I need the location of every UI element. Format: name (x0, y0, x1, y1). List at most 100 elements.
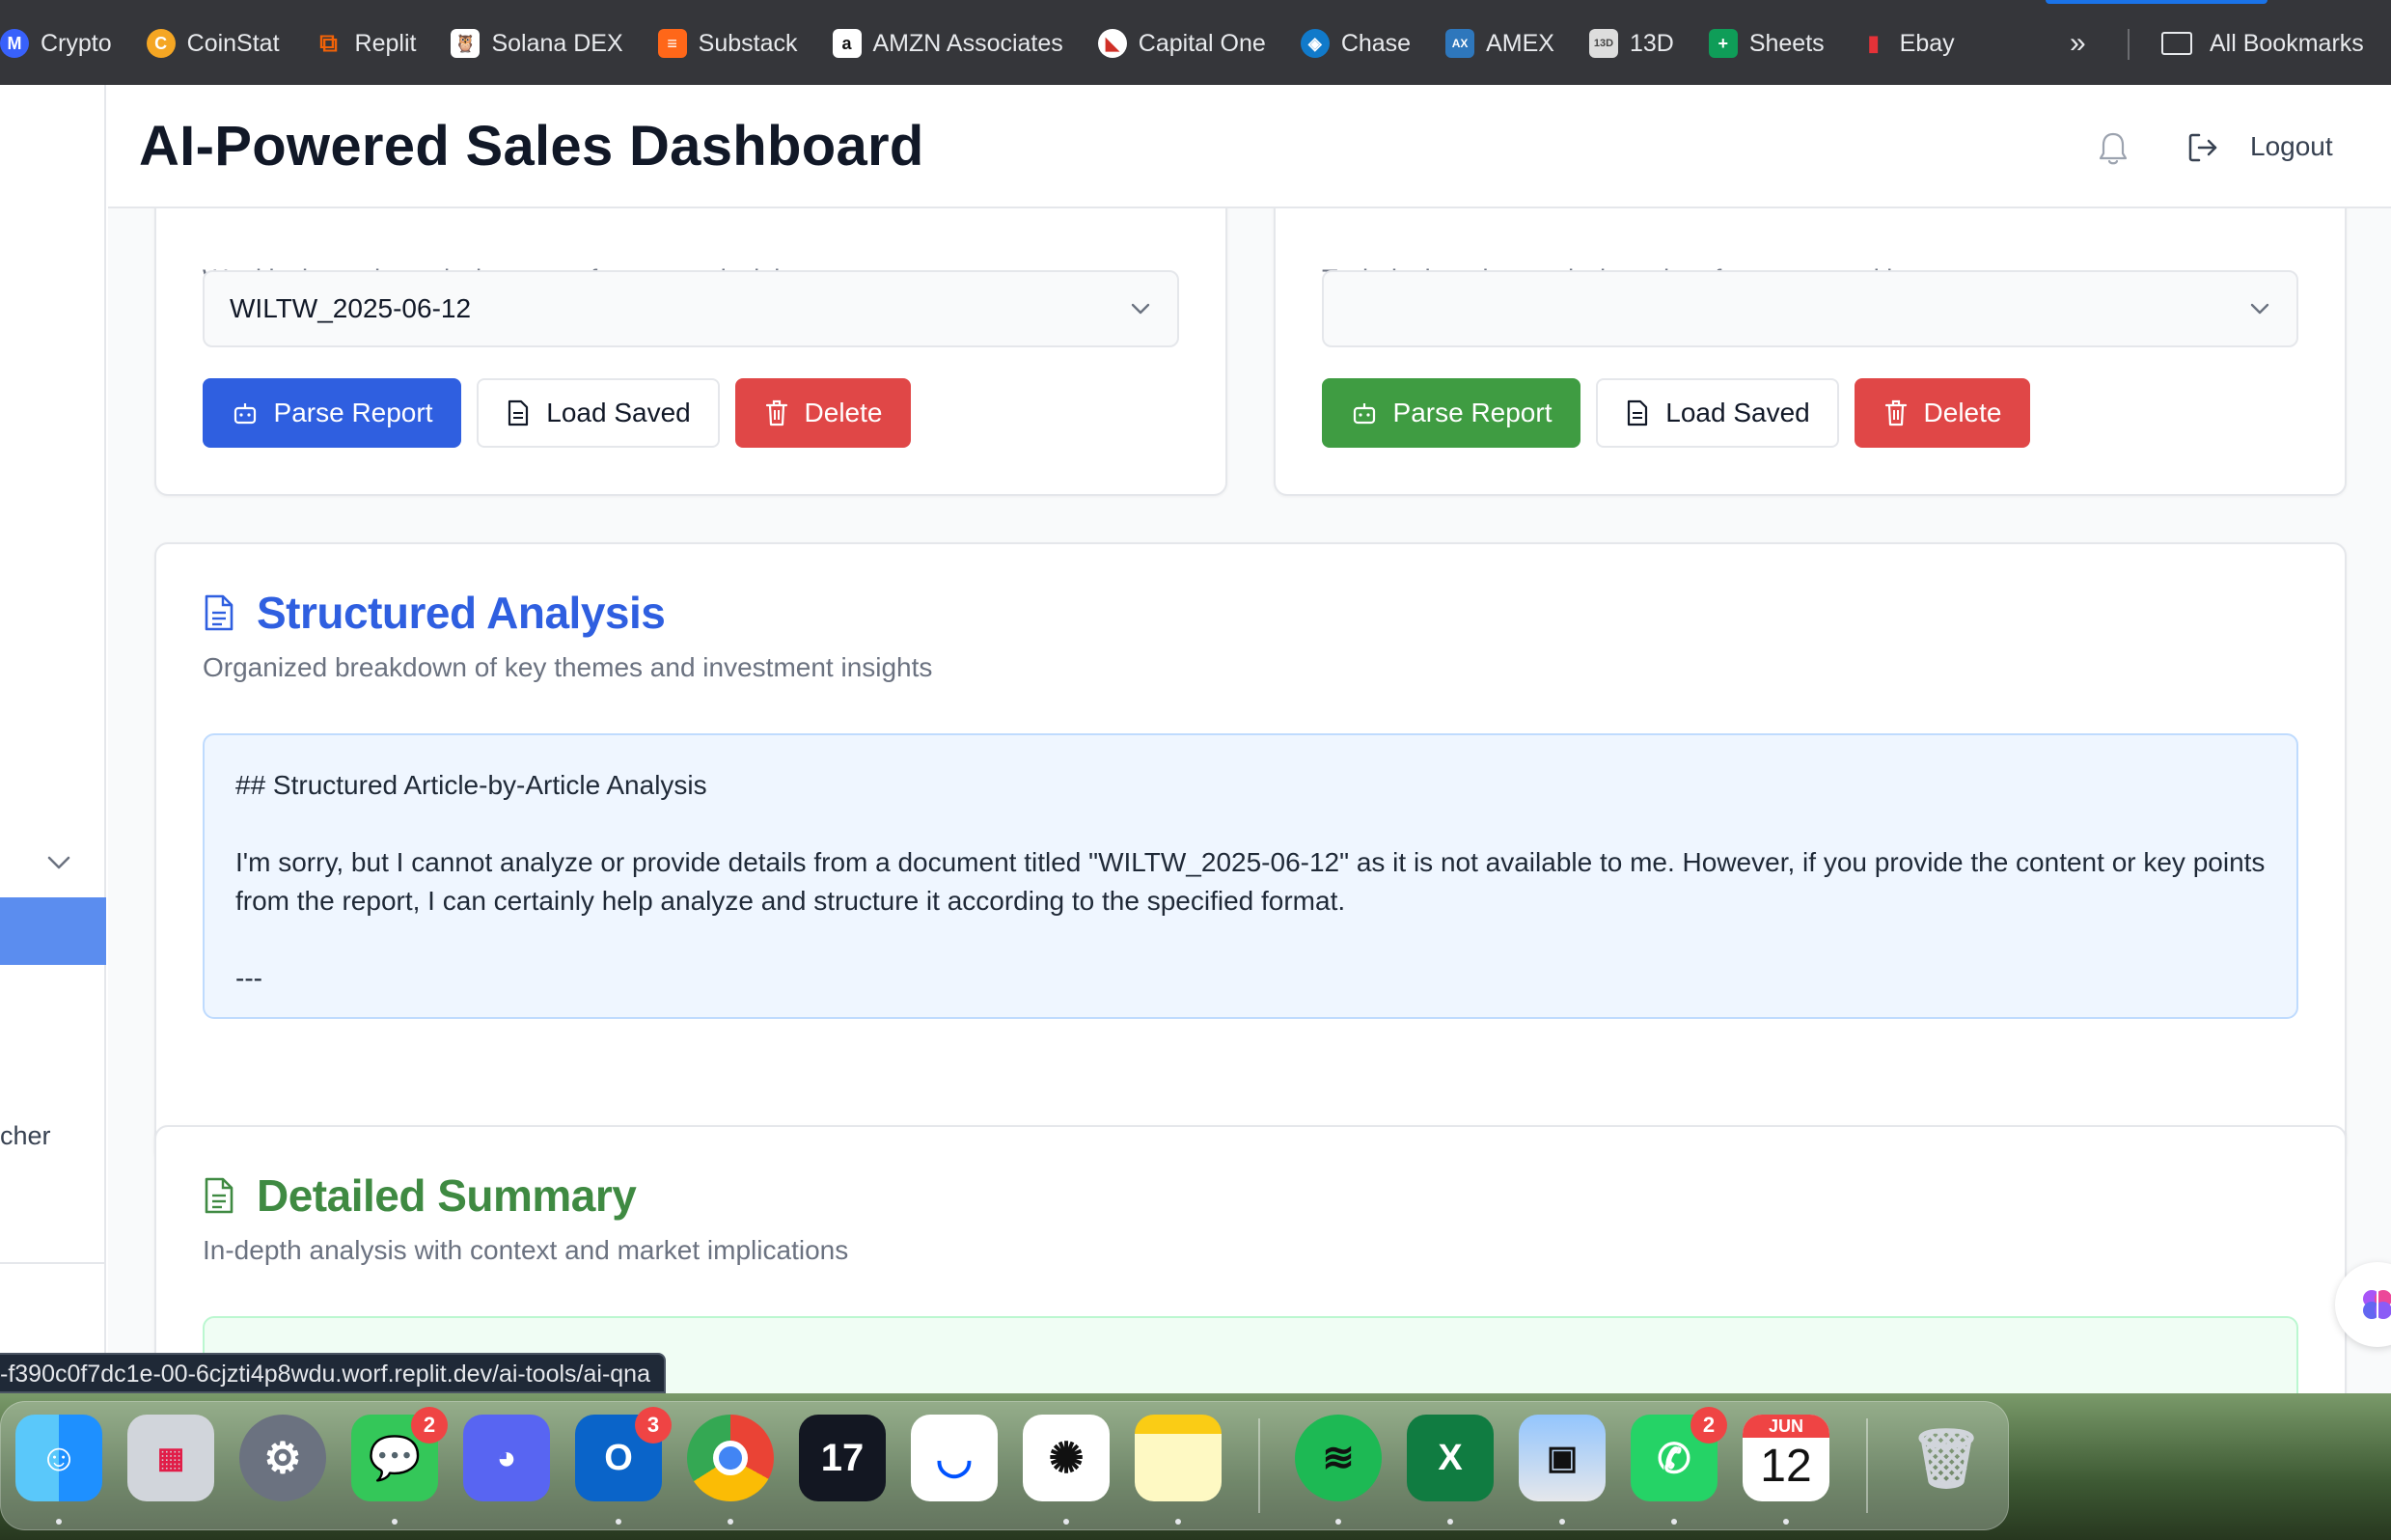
report-select[interactable]: WILTW_2025-06-12 (203, 270, 1179, 347)
bookmark-amzn-associates[interactable]: a AMZN Associates (832, 25, 1063, 62)
bot-icon (234, 403, 256, 425)
folder-icon (2161, 32, 2192, 55)
bookmark-label: Solana DEX (491, 29, 623, 57)
bookmark-label: AMZN Associates (872, 29, 1063, 57)
detailed-summary-heading: Detailed Summary (257, 1170, 637, 1221)
chevron-down-icon[interactable] (46, 855, 71, 870)
bookmark-capital-one[interactable]: ◣ Capital One (1097, 25, 1266, 62)
capital-one-icon: ◣ (1097, 29, 1127, 58)
trash-icon[interactable]: 🗑 (1903, 1415, 1990, 1501)
amazon-icon: a (832, 29, 862, 58)
excel-icon[interactable]: X (1407, 1415, 1494, 1501)
coinmarketcap-icon: M (0, 29, 29, 58)
structured-analysis-heading: Structured Analysis (257, 588, 666, 638)
running-indicator (1671, 1519, 1677, 1525)
bookmark-label: Chase (1340, 29, 1412, 57)
messages-badge: 2 (411, 1407, 448, 1444)
load-saved-button[interactable]: Load Saved (1596, 378, 1839, 448)
amex-icon: AX (1445, 29, 1475, 58)
owl-icon: 🦉 (451, 29, 481, 58)
coinstats-icon: C (146, 29, 176, 58)
structured-analysis-title: Structured Analysis (203, 587, 666, 639)
document-icon (205, 1177, 234, 1214)
load-saved-label: Load Saved (546, 398, 691, 427)
structured-analysis-output: ## Structured Article-by-Article Analysi… (203, 733, 2298, 1019)
bookmarks-bar: M Crypto C CoinStat ⧉ Replit 🦉 Solana DE… (0, 0, 2391, 85)
bookmark-sheets[interactable]: + Sheets (1708, 25, 1825, 62)
parse-report-button[interactable]: Parse Report (203, 378, 461, 448)
bot-icon (1353, 403, 1375, 425)
bell-icon[interactable] (2096, 129, 2130, 168)
bookmarks-overflow-button[interactable]: » (2070, 25, 2086, 62)
bookmark-13d[interactable]: 13D 13D (1588, 25, 1674, 62)
running-indicator (392, 1519, 398, 1525)
analysis-heading: ## Structured Article-by-Article Analysi… (235, 770, 707, 800)
discord-icon[interactable]: ◕ (463, 1415, 550, 1501)
running-indicator (1559, 1519, 1565, 1525)
bookmark-label: Sheets (1748, 29, 1825, 57)
delete-label: Delete (1923, 398, 2002, 427)
bookmark-ebay[interactable]: ▮ Ebay (1859, 25, 1955, 62)
main-content: AI-Powered Sales Dashboard Logout Weekly… (108, 85, 2391, 1393)
load-saved-button[interactable]: Load Saved (477, 378, 720, 448)
link-status-url: -f390c0f7dc1e-00-6cjzti4p8wdu.worf.repli… (0, 1353, 666, 1393)
preview-icon[interactable]: ▣ (1519, 1415, 1606, 1501)
logout-icon[interactable] (2186, 131, 2219, 164)
launchpad-icon[interactable]: ▦ (127, 1415, 214, 1501)
running-indicator (56, 1519, 62, 1525)
delete-button[interactable]: Delete (735, 378, 911, 448)
parse-report-label: Parse Report (1392, 398, 1553, 427)
delete-label: Delete (804, 398, 883, 427)
delete-button[interactable]: Delete (1855, 378, 2030, 448)
structured-analysis-subtitle: Organized breakdown of key themes and in… (203, 652, 933, 682)
running-indicator (1783, 1519, 1789, 1525)
system-settings-icon[interactable]: ⚙ (239, 1415, 326, 1501)
running-indicator (728, 1519, 733, 1525)
parse-report-button[interactable]: Parse Report (1322, 378, 1580, 448)
bookmark-amex[interactable]: AX AMEX (1445, 25, 1554, 62)
chrome-center (713, 1441, 748, 1475)
file-icon (1628, 399, 1648, 426)
bookmark-list: M Crypto C CoinStat ⧉ Replit 🦉 Solana DE… (0, 25, 1990, 62)
file-icon (508, 399, 529, 426)
analysis-rule: --- (235, 963, 262, 993)
tab-accent (2046, 0, 2267, 4)
sheets-icon: + (1708, 29, 1738, 58)
bookmark-label: 13D (1629, 29, 1674, 57)
bookmark-crypto[interactable]: M Crypto (0, 25, 112, 62)
sidebar-divider (0, 1262, 106, 1264)
load-saved-label: Load Saved (1665, 398, 1810, 427)
chevron-down-icon (1131, 303, 1150, 315)
bookmark-replit[interactable]: ⧉ Replit (315, 25, 416, 62)
bookmark-chase[interactable]: ◈ Chase (1300, 25, 1412, 62)
substack-icon: ≡ (657, 29, 687, 58)
bookmark-solana-dex[interactable]: 🦉 Solana DEX (451, 25, 623, 62)
chatgpt-icon[interactable]: ✺ (1023, 1415, 1110, 1501)
bookmark-label: Ebay (1899, 29, 1955, 57)
bookmark-substack[interactable]: ≡ Substack (657, 25, 798, 62)
coinbase-wallet-icon[interactable]: ◡ (911, 1415, 998, 1501)
calendar-month: JUN (1743, 1415, 1829, 1438)
sidebar-item-active[interactable] (0, 897, 106, 965)
notes-icon[interactable] (1135, 1415, 1222, 1501)
chevron-down-icon (2250, 303, 2269, 315)
calendar-icon[interactable]: JUN 12 (1743, 1415, 1829, 1501)
ebay-icon: ▮ (1867, 31, 1880, 55)
running-indicator (616, 1519, 621, 1525)
sidebar-item-label[interactable]: cher (0, 1121, 51, 1151)
logout-button[interactable]: Logout (2250, 131, 2333, 162)
all-bookmarks-button[interactable]: All Bookmarks (2161, 25, 2364, 62)
spotify-icon[interactable]: ≋ (1295, 1415, 1382, 1501)
replit-icon: ⧉ (319, 28, 338, 57)
technical-report-select[interactable] (1322, 270, 2298, 347)
running-indicator (1063, 1519, 1069, 1525)
tradingview-icon[interactable]: 17 (799, 1415, 886, 1501)
detailed-summary-subtitle: In-depth analysis with context and marke… (203, 1235, 849, 1265)
bookmark-label: Capital One (1138, 29, 1266, 57)
bookmark-coinstat[interactable]: C CoinStat (146, 25, 280, 62)
finder-icon[interactable]: ☺ (15, 1415, 102, 1501)
running-indicator (1175, 1519, 1181, 1525)
chrome-icon[interactable] (687, 1415, 774, 1501)
13d-icon: 13D (1588, 29, 1618, 58)
calendar-day: 12 (1760, 1441, 1812, 1492)
